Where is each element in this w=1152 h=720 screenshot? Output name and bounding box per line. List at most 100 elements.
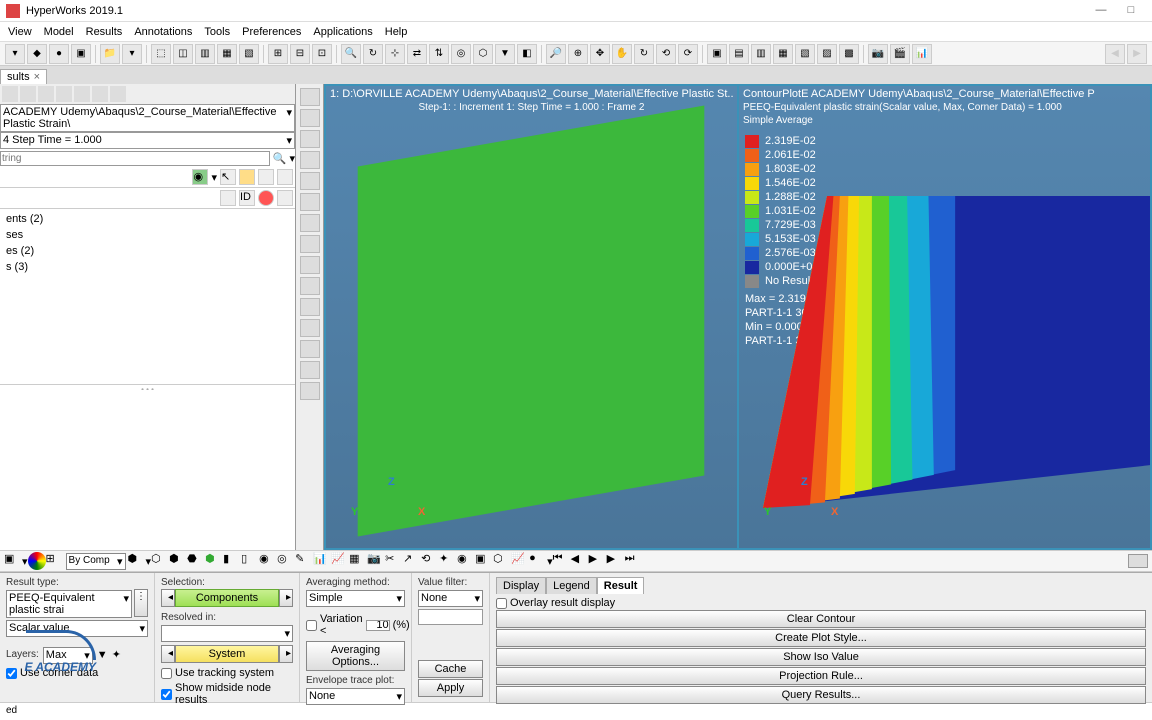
menu-annotations[interactable]: Annotations <box>128 24 198 40</box>
toolbar-btn[interactable]: ⬡ <box>473 44 493 64</box>
toolbar-btn[interactable]: 🔍 <box>341 44 361 64</box>
view-icon[interactable]: ◉ <box>192 169 208 185</box>
slider-handle[interactable] <box>1128 554 1148 568</box>
filter-input[interactable] <box>0 151 270 166</box>
resolved-select[interactable]: ▾ <box>161 625 293 642</box>
view-tool[interactable] <box>300 277 320 295</box>
play-prev-icon[interactable]: ◀ <box>571 552 589 570</box>
tree-item[interactable]: ents (2) <box>2 211 293 227</box>
env-select[interactable]: None▾ <box>306 688 405 705</box>
toolbar-btn[interactable]: ⊡ <box>312 44 332 64</box>
tree-item[interactable]: s (3) <box>2 259 293 275</box>
sidebar-tool[interactable] <box>38 86 54 102</box>
toolbar-btn[interactable]: ▥ <box>195 44 215 64</box>
toolbar-btn[interactable]: ↻ <box>634 44 654 64</box>
toolbar-btn[interactable]: ⬢ <box>128 552 146 570</box>
projection-button[interactable]: Projection Rule... <box>496 667 1146 685</box>
toolbar-btn[interactable]: 📊 <box>313 552 331 570</box>
toolbar-btn[interactable]: 📷 <box>367 552 385 570</box>
toolbar-btn[interactable]: 📷 <box>868 44 888 64</box>
toolbar-btn[interactable]: ▾ <box>122 44 142 64</box>
tab-legend[interactable]: Legend <box>546 577 597 594</box>
overlay-check[interactable] <box>496 598 507 609</box>
toolbar-btn[interactable]: ▣ <box>707 44 727 64</box>
sidebar-tool[interactable] <box>92 86 108 102</box>
midside-check[interactable] <box>161 689 172 700</box>
cursor-icon[interactable]: ↖ <box>220 169 236 185</box>
toolbar-btn[interactable]: ◉ <box>259 552 277 570</box>
tab-result[interactable]: Result <box>597 577 645 594</box>
tree-item[interactable]: ses <box>2 227 293 243</box>
toolbar-btn[interactable]: 📁 <box>100 44 120 64</box>
tab-icon[interactable] <box>220 190 236 206</box>
toolbar-btn[interactable]: ✎ <box>295 552 313 570</box>
toolbar-btn[interactable]: ▣ <box>4 552 22 570</box>
step-combo[interactable]: 4 Step Time = 1.000 ▾ <box>0 132 295 149</box>
menu-view[interactable]: View <box>2 24 38 40</box>
menu-model[interactable]: Model <box>38 24 80 40</box>
sel-next-button[interactable]: ▸ <box>279 589 293 607</box>
toolbar-btn[interactable]: ◎ <box>277 552 295 570</box>
toolbar-btn[interactable]: ⇄ <box>407 44 427 64</box>
result-type-select[interactable]: PEEQ-Equivalent plastic strai▾ <box>6 590 132 618</box>
sidebar-tool[interactable] <box>110 86 126 102</box>
toolbar-btn[interactable]: ▣ <box>475 552 493 570</box>
layer-tool-icon[interactable]: ✦ <box>112 648 121 661</box>
sidebar-tool[interactable] <box>56 86 72 102</box>
toolbar-btn[interactable]: ↗ <box>403 552 421 570</box>
viewport-left[interactable]: 1: D:\ORVILLE ACADEMY Udemy\Abaqus\2_Cou… <box>326 86 739 548</box>
toolbar-btn[interactable]: ⬚ <box>151 44 171 64</box>
toolbar-btn[interactable]: ▣ <box>71 44 91 64</box>
filter-icon[interactable]: ▼ <box>97 649 108 661</box>
chevron-down-icon[interactable]: ▾ <box>22 555 28 568</box>
toolbar-btn[interactable]: ▦ <box>349 552 367 570</box>
toolbar-btn[interactable]: ▧ <box>239 44 259 64</box>
toolbar-btn[interactable]: ⬣ <box>187 552 205 570</box>
tree-item[interactable]: es (2) <box>2 243 293 259</box>
toolbar-btn[interactable]: ✦ <box>439 552 457 570</box>
toolbar-btn[interactable]: ⬢ <box>169 552 187 570</box>
toolbar-btn[interactable]: ● <box>529 552 547 570</box>
toolbar-btn[interactable]: ◧ <box>517 44 537 64</box>
toolbar-btn[interactable]: 📊 <box>912 44 932 64</box>
sidebar-tool[interactable] <box>2 86 18 102</box>
cache-button[interactable]: Cache <box>418 660 483 678</box>
toolbar-btn[interactable]: ⊞ <box>268 44 288 64</box>
tab-icon[interactable]: ID <box>239 190 255 206</box>
value-filter-input[interactable] <box>418 609 483 625</box>
play-last-icon[interactable]: ⏭ <box>625 552 643 570</box>
view-tool[interactable] <box>300 130 320 148</box>
toolbar-btn[interactable]: ▾ <box>5 44 25 64</box>
play-first-icon[interactable]: ⏮ <box>553 552 571 570</box>
sys-prev-button[interactable]: ◂ <box>161 645 175 663</box>
view-tool[interactable] <box>300 340 320 358</box>
toolbar-btn[interactable]: ⊞ <box>46 552 64 570</box>
create-plot-button[interactable]: Create Plot Style... <box>496 629 1146 647</box>
view-tool[interactable] <box>300 151 320 169</box>
view-tool[interactable] <box>300 88 320 106</box>
system-button[interactable]: System <box>175 645 279 663</box>
toolbar-btn[interactable]: ⬢ <box>205 552 223 570</box>
toolbar-btn[interactable]: ▨ <box>817 44 837 64</box>
tracking-check[interactable] <box>161 668 172 679</box>
menu-applications[interactable]: Applications <box>307 24 378 40</box>
clear-contour-button[interactable]: Clear Contour <box>496 610 1146 628</box>
menu-help[interactable]: Help <box>379 24 414 40</box>
toolbar-btn[interactable]: ▦ <box>773 44 793 64</box>
components-button[interactable]: Components <box>175 589 279 607</box>
toolbar-btn[interactable]: ▮ <box>223 552 241 570</box>
toolbar-btn[interactable]: ⬡ <box>151 552 169 570</box>
tab-results[interactable]: sults × <box>0 69 47 84</box>
play-next-icon[interactable]: ▶ <box>607 552 625 570</box>
sel-prev-button[interactable]: ◂ <box>161 589 175 607</box>
toolbar-btn[interactable]: ◎ <box>451 44 471 64</box>
toolbar-btn[interactable]: ⊹ <box>385 44 405 64</box>
toolbar-btn[interactable]: ▩ <box>839 44 859 64</box>
path-combo[interactable]: ACADEMY Udemy\Abaqus\2_Course_Material\E… <box>0 104 295 132</box>
view-tool[interactable] <box>300 382 320 400</box>
view-tool[interactable] <box>300 256 320 274</box>
view-tool[interactable] <box>300 298 320 316</box>
toolbar-btn[interactable]: ⟳ <box>678 44 698 64</box>
variation-check[interactable] <box>306 620 317 631</box>
toolbar-btn[interactable]: ✥ <box>590 44 610 64</box>
